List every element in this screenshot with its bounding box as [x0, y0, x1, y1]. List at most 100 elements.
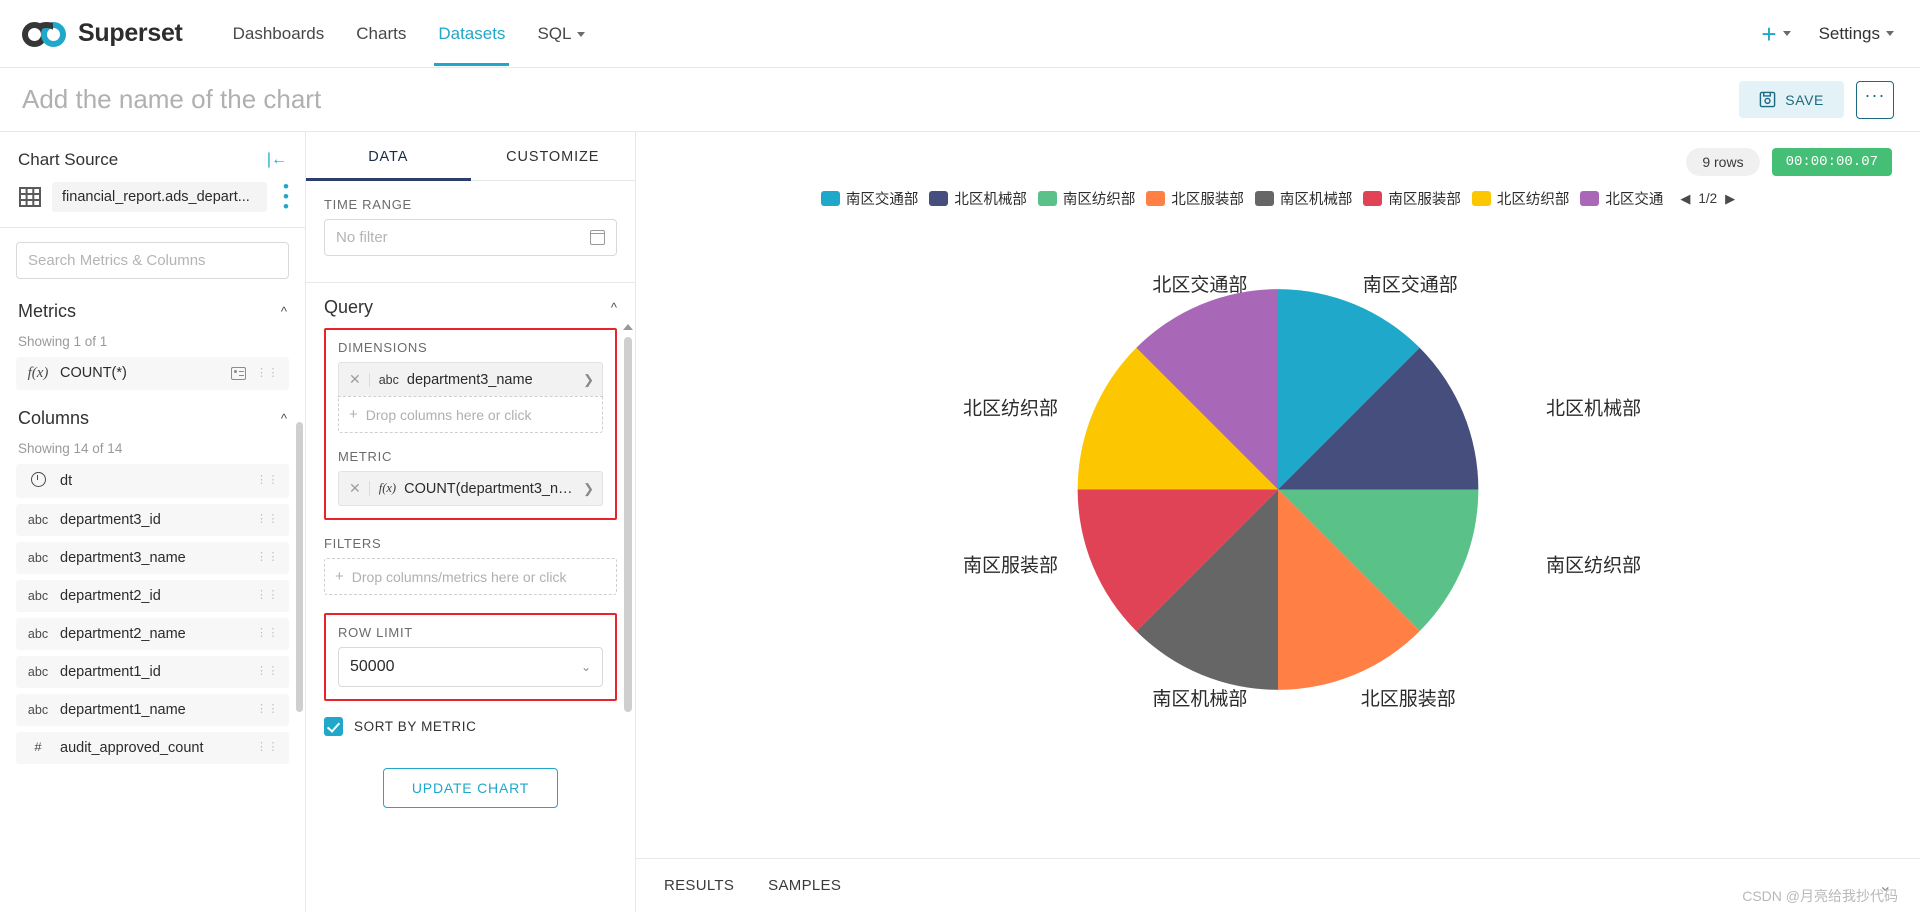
- row-limit-select[interactable]: 50000 ⌄: [338, 647, 603, 687]
- control-panel-scrollbar[interactable]: [624, 337, 632, 712]
- tab-results[interactable]: RESULTS: [664, 877, 734, 894]
- legend-swatch: [1037, 191, 1057, 206]
- metric-pill-count[interactable]: ✕ f(x) COUNT(department3_name) ❯: [338, 471, 603, 506]
- legend-item[interactable]: 南区纺织部: [1037, 188, 1135, 209]
- new-item-button[interactable]: +: [1761, 18, 1791, 49]
- column-item-department3-name[interactable]: abc department3_name ⋮⋮: [16, 541, 289, 574]
- table-grid-icon: [19, 187, 41, 208]
- search-input[interactable]: [16, 241, 289, 279]
- legend-item[interactable]: 北区纺织部: [1471, 188, 1569, 209]
- nav-charts[interactable]: Charts: [340, 2, 422, 66]
- legend-label: 南区交通部: [845, 192, 919, 208]
- remove-icon[interactable]: ✕: [347, 371, 369, 388]
- tab-data[interactable]: DATA: [306, 132, 471, 181]
- legend-item[interactable]: 北区交通: [1580, 188, 1663, 209]
- column-item-department2-name[interactable]: abc department2_name ⋮⋮: [16, 617, 289, 650]
- column-item-label: department2_id: [60, 587, 161, 604]
- column-item-department2-id[interactable]: abc department2_id ⋮⋮: [16, 579, 289, 612]
- dataset-row: financial_report.ads_depart... • • •: [0, 178, 305, 227]
- chart-source-title: Chart Source: [18, 150, 119, 169]
- slice-label: 南区服装部: [963, 555, 1058, 577]
- settings-label: Settings: [1818, 23, 1880, 43]
- chart-header-bar: Add the name of the chart SAVE ···: [0, 68, 1920, 132]
- metric-item-count[interactable]: f(x) COUNT(*) ⋮⋮: [16, 356, 289, 390]
- legend-item[interactable]: 北区服装部: [1146, 188, 1244, 209]
- row-limit-highlight: ROW LIMIT 50000 ⌄: [324, 613, 617, 701]
- drag-handle-icon[interactable]: ⋮⋮: [256, 514, 279, 525]
- pie-chart[interactable]: 北区交通部 南区交通部 北区机械部 南区纺织部 北区服装部 南区机械部 南区服装…: [636, 219, 1920, 780]
- filters-dropzone[interactable]: + Drop columns/metrics here or click: [324, 558, 617, 595]
- drag-handle-icon[interactable]: ⋮⋮: [256, 367, 279, 378]
- fx-icon: f(x): [368, 481, 404, 496]
- settings-menu[interactable]: Settings: [1819, 24, 1894, 44]
- remove-icon[interactable]: ✕: [347, 480, 369, 497]
- sort-by-metric-row[interactable]: SORT BY METRIC: [306, 701, 635, 736]
- chevron-right-icon[interactable]: ❯: [577, 481, 594, 497]
- column-item-audit-approved-count[interactable]: # audit_approved_count ⋮⋮: [16, 731, 289, 764]
- filters-label: FILTERS: [324, 536, 382, 551]
- legend-prev-icon[interactable]: ◀: [1680, 191, 1690, 207]
- dimension-pill-department3-name[interactable]: ✕ abc department3_name ❯: [338, 362, 603, 396]
- chevron-right-icon[interactable]: ❯: [577, 372, 594, 388]
- nav-datasets[interactable]: Datasets: [422, 2, 521, 66]
- metric-item-label: COUNT(*): [60, 365, 127, 382]
- dimensions-dropzone-label: Drop columns here or click: [365, 406, 532, 423]
- query-section-header[interactable]: Query ^: [306, 283, 635, 328]
- nav-sql[interactable]: SQL: [521, 2, 601, 66]
- plus-icon: +: [1761, 18, 1777, 49]
- slice-label: 南区交通部: [1363, 274, 1458, 296]
- drag-handle-icon[interactable]: ⋮⋮: [256, 552, 279, 563]
- column-item-department3-id[interactable]: abc department3_id ⋮⋮: [16, 503, 289, 536]
- column-item-label: department3_name: [60, 549, 186, 566]
- metric-pill-label: COUNT(department3_name): [404, 480, 578, 497]
- dataset-name[interactable]: financial_report.ads_depart...: [52, 182, 268, 213]
- superset-logo-icon: [22, 21, 68, 47]
- row-count-badge: 9 rows: [1686, 148, 1760, 176]
- builder-body: Chart Source |← financial_report.ads_dep…: [0, 132, 1920, 912]
- dimensions-dropzone[interactable]: + Drop columns here or click: [338, 396, 603, 433]
- tab-customize[interactable]: CUSTOMIZE: [471, 132, 636, 180]
- legend-item[interactable]: 南区机械部: [1254, 188, 1352, 209]
- sort-by-metric-checkbox[interactable]: [324, 717, 343, 736]
- number-type-icon: #: [34, 740, 42, 756]
- chart-name-input[interactable]: Add the name of the chart: [22, 84, 321, 115]
- drag-handle-icon[interactable]: ⋮⋮: [256, 628, 279, 639]
- legend-page-indicator: 1/2: [1698, 191, 1718, 206]
- metrics-section-header[interactable]: Metrics ^: [16, 289, 289, 326]
- more-options-button[interactable]: ···: [1856, 80, 1894, 119]
- save-button[interactable]: SAVE: [1739, 81, 1844, 118]
- legend-swatch: [929, 191, 949, 206]
- scroll-up-arrow-icon[interactable]: [623, 324, 633, 330]
- column-item-department1-name[interactable]: abc department1_name ⋮⋮: [16, 693, 289, 726]
- nav-dashboards[interactable]: Dashboards: [217, 2, 341, 66]
- query-duration-badge: 00:00:00.07: [1771, 148, 1892, 176]
- legend-item[interactable]: 北区机械部: [929, 188, 1027, 209]
- tab-samples[interactable]: SAMPLES: [768, 877, 841, 894]
- drag-handle-icon[interactable]: ⋮⋮: [256, 590, 279, 601]
- update-chart-button[interactable]: UPDATE CHART: [382, 768, 559, 808]
- dataset-menu-icon[interactable]: • • •: [277, 178, 295, 216]
- column-item-dt[interactable]: dt ⋮⋮: [16, 463, 289, 498]
- dimension-pill-label: department3_name: [406, 371, 533, 388]
- legend-item[interactable]: 南区服装部: [1363, 188, 1461, 209]
- slice-label: 北区服装部: [1361, 688, 1456, 710]
- pie-slices: [1077, 289, 1479, 690]
- abc-type-icon: abc: [27, 664, 49, 679]
- drag-handle-icon[interactable]: ⋮⋮: [256, 475, 279, 486]
- time-range-input[interactable]: No filter: [324, 219, 617, 256]
- drag-handle-icon[interactable]: ⋮⋮: [256, 666, 279, 677]
- legend-pagination: ◀ 1/2 ▶: [1680, 191, 1735, 207]
- nav-sql-label: SQL: [537, 23, 572, 43]
- collapse-panel-icon[interactable]: |←: [267, 151, 287, 169]
- superset-brand[interactable]: Superset: [22, 19, 183, 48]
- column-item-department1-id[interactable]: abc department1_id ⋮⋮: [16, 655, 289, 688]
- legend-item[interactable]: 南区交通部: [820, 188, 919, 209]
- legend-next-icon[interactable]: ▶: [1725, 191, 1735, 207]
- left-panel-scrollbar[interactable]: [296, 422, 303, 712]
- brand-name: Superset: [78, 19, 183, 47]
- results-tab-bar: RESULTS SAMPLES ⌄: [636, 858, 1920, 912]
- drag-handle-icon[interactable]: ⋮⋮: [256, 704, 279, 715]
- columns-section-header[interactable]: Columns ^: [16, 396, 289, 433]
- slice-label: 北区机械部: [1546, 397, 1641, 419]
- drag-handle-icon[interactable]: ⋮⋮: [256, 742, 279, 753]
